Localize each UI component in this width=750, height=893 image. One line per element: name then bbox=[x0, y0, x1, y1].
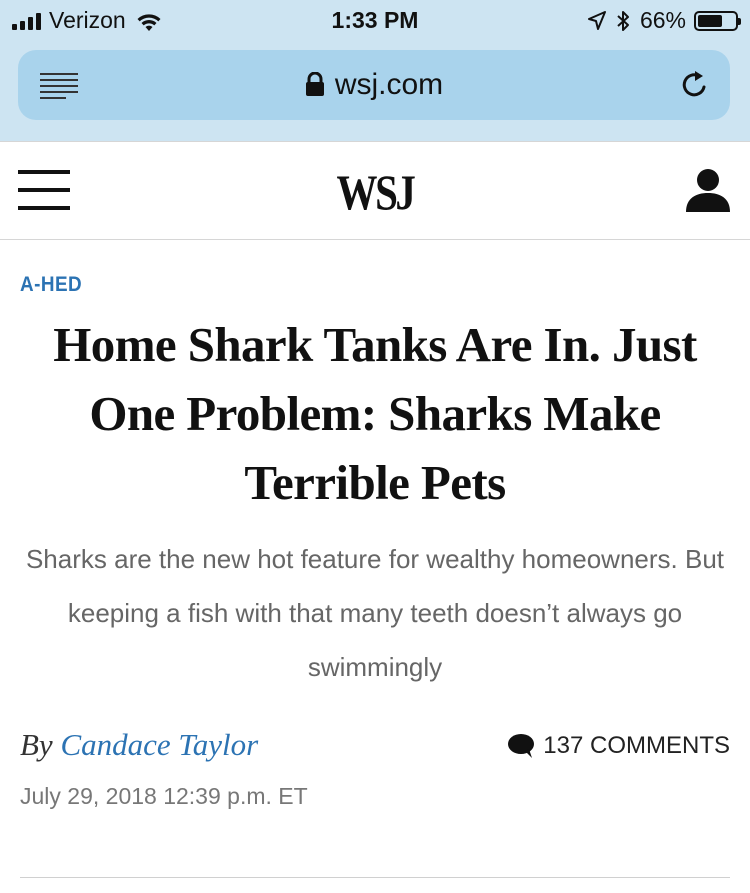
comments-link[interactable]: 137 COMMENTS bbox=[507, 732, 730, 760]
battery-fill bbox=[698, 14, 722, 27]
publish-timestamp: July 29, 2018 12:39 p.m. ET bbox=[20, 783, 308, 809]
byline: By Candace Taylor bbox=[20, 727, 258, 763]
lock-icon bbox=[305, 70, 325, 96]
divider bbox=[20, 877, 730, 878]
address-field[interactable]: wsj.com bbox=[18, 68, 730, 102]
status-bar: Verizon 1:33 PM 66% bbox=[0, 0, 750, 40]
site-header: WSJ bbox=[0, 141, 750, 240]
byline-prefix: By bbox=[20, 727, 53, 762]
headline: Home Shark Tanks Are In. Just One Proble… bbox=[53, 317, 697, 510]
url-text: wsj.com bbox=[334, 68, 444, 101]
url-bar[interactable]: wsj.com bbox=[18, 50, 730, 120]
section-label[interactable]: A-HED bbox=[20, 273, 82, 297]
battery-icon bbox=[694, 10, 741, 31]
author-link[interactable]: Candace Taylor bbox=[60, 727, 258, 762]
status-right: 66% bbox=[587, 7, 741, 34]
browser-chrome: Verizon 1:33 PM 66% wsj.com bbox=[0, 0, 750, 141]
article-dek: Sharks are the new hot feature for wealt… bbox=[25, 544, 725, 682]
comment-icon bbox=[507, 733, 535, 759]
wsj-logo[interactable]: WSJ bbox=[68, 163, 683, 221]
battery-percent: 66% bbox=[639, 7, 686, 33]
bluetooth-icon bbox=[614, 10, 632, 32]
menu-icon[interactable] bbox=[18, 170, 70, 210]
account-icon[interactable] bbox=[684, 168, 732, 212]
comments-count: 137 COMMENTS bbox=[543, 732, 730, 759]
reload-icon[interactable] bbox=[680, 70, 710, 100]
location-icon bbox=[587, 10, 606, 32]
